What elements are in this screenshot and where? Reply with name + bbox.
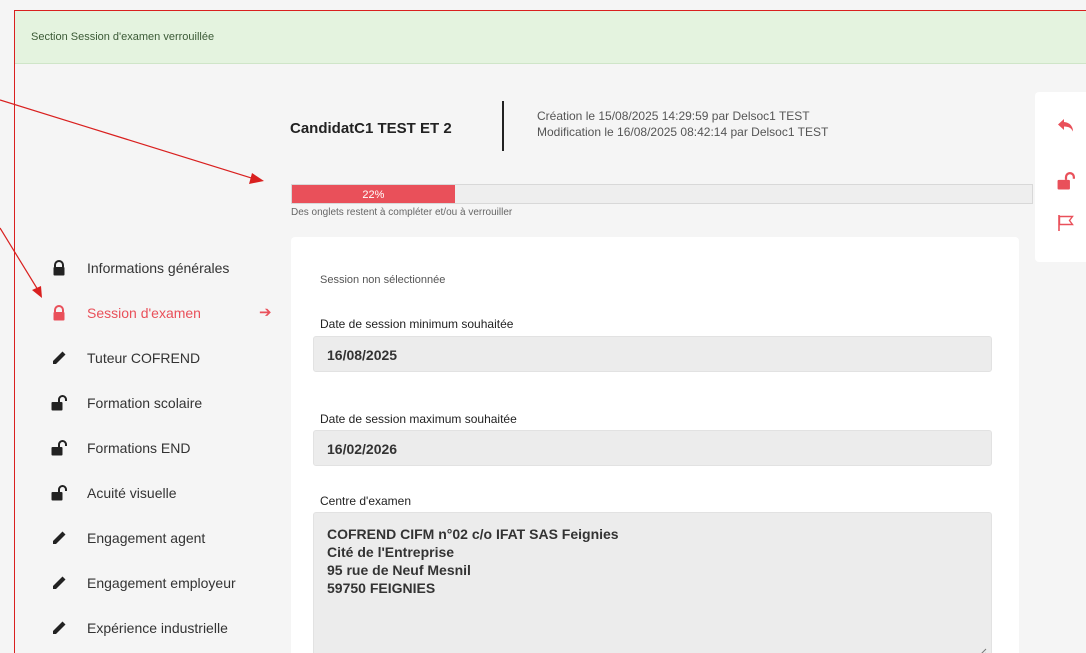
sidebar-item-label: Tuteur COFREND bbox=[87, 349, 201, 366]
sidebar-item-label: Informations générales bbox=[87, 259, 230, 276]
sidebar-item-label: Expérience industrielle bbox=[87, 619, 228, 636]
locked-section-banner: Section Session d'examen verrouillée bbox=[15, 11, 1086, 64]
min-date-label: Date de session minimum souhaitée bbox=[320, 317, 514, 331]
progress-fill: 22% bbox=[292, 185, 455, 203]
created-info: Création le 15/08/2025 14:29:59 par Dels… bbox=[537, 109, 810, 123]
record-meta: Création le 15/08/2025 14:29:59 par Dels… bbox=[537, 108, 828, 140]
sidebar-item-label: Engagement agent bbox=[87, 529, 206, 546]
modified-info: Modification le 16/08/2025 08:42:14 par … bbox=[537, 125, 829, 139]
sections-sidebar: Informations générales Session d'examen … bbox=[41, 245, 281, 650]
flag-icon[interactable] bbox=[1057, 214, 1075, 232]
pencil-icon bbox=[51, 350, 67, 366]
arrow-right-icon: ➔ bbox=[259, 304, 272, 321]
center-line: 59750 FEIGNIES bbox=[327, 580, 436, 596]
sidebar-item-informations-generales[interactable]: Informations générales bbox=[41, 245, 281, 290]
unlock-icon bbox=[51, 484, 67, 501]
sidebar-item-engagement-agent[interactable]: Engagement agent bbox=[41, 515, 281, 560]
sidebar-item-experience-industrielle[interactable]: Expérience industrielle bbox=[41, 605, 281, 650]
header-divider bbox=[502, 101, 504, 151]
max-date-field[interactable]: 16/02/2026 bbox=[313, 430, 992, 466]
pencil-icon bbox=[51, 575, 67, 591]
sidebar-item-label: Acuité visuelle bbox=[87, 484, 177, 501]
session-form-panel: Session non sélectionnée Date de session… bbox=[291, 237, 1019, 653]
pencil-icon bbox=[51, 620, 67, 636]
reply-icon[interactable] bbox=[1057, 116, 1075, 134]
sidebar-item-engagement-employeur[interactable]: Engagement employeur bbox=[41, 560, 281, 605]
center-line: Cité de l'Entreprise bbox=[327, 544, 455, 560]
sidebar-item-label: Engagement employeur bbox=[87, 574, 236, 591]
lock-icon bbox=[51, 304, 67, 321]
exam-center-textarea[interactable]: COFREND CIFM n°02 c/o IFAT SAS Feignies … bbox=[313, 512, 992, 653]
sidebar-item-label: Formation scolaire bbox=[87, 394, 203, 411]
progress-caption: Des onglets restent à compléter et/ou à … bbox=[291, 207, 513, 218]
center-line: 95 rue de Neuf Mesnil bbox=[327, 562, 471, 578]
session-status-text: Session non sélectionnée bbox=[320, 274, 446, 286]
pencil-icon bbox=[51, 530, 67, 546]
sidebar-item-formations-end[interactable]: Formations END bbox=[41, 425, 281, 470]
max-date-label: Date de session maximum souhaitée bbox=[320, 412, 517, 426]
sidebar-item-label: Formations END bbox=[87, 439, 191, 456]
sidebar-item-tuteur-cofrend[interactable]: Tuteur COFREND bbox=[41, 335, 281, 380]
min-date-field[interactable]: 16/08/2025 bbox=[313, 336, 992, 372]
sidebar-item-label: Session d'examen bbox=[87, 304, 201, 321]
exam-center-label: Centre d'examen bbox=[320, 494, 412, 508]
sidebar-item-session-examen[interactable]: Session d'examen ➔ bbox=[41, 290, 281, 335]
completion-progress-bar: 22% bbox=[291, 184, 1033, 204]
unlock-icon bbox=[51, 439, 67, 456]
sidebar-item-acuite-visuelle[interactable]: Acuité visuelle bbox=[41, 470, 281, 515]
lock-icon bbox=[51, 259, 67, 276]
action-rail bbox=[1035, 92, 1086, 262]
screenshot-frame: Section Session d'examen verrouillée Can… bbox=[14, 10, 1086, 653]
candidate-name: CandidatC1 TEST ET 2 bbox=[290, 120, 452, 137]
resize-handle-icon[interactable] bbox=[977, 647, 987, 653]
unlock-icon[interactable] bbox=[1057, 172, 1075, 190]
unlock-icon bbox=[51, 394, 67, 411]
sidebar-item-formation-scolaire[interactable]: Formation scolaire bbox=[41, 380, 281, 425]
center-line: COFREND CIFM n°02 c/o IFAT SAS Feignies bbox=[327, 526, 619, 542]
